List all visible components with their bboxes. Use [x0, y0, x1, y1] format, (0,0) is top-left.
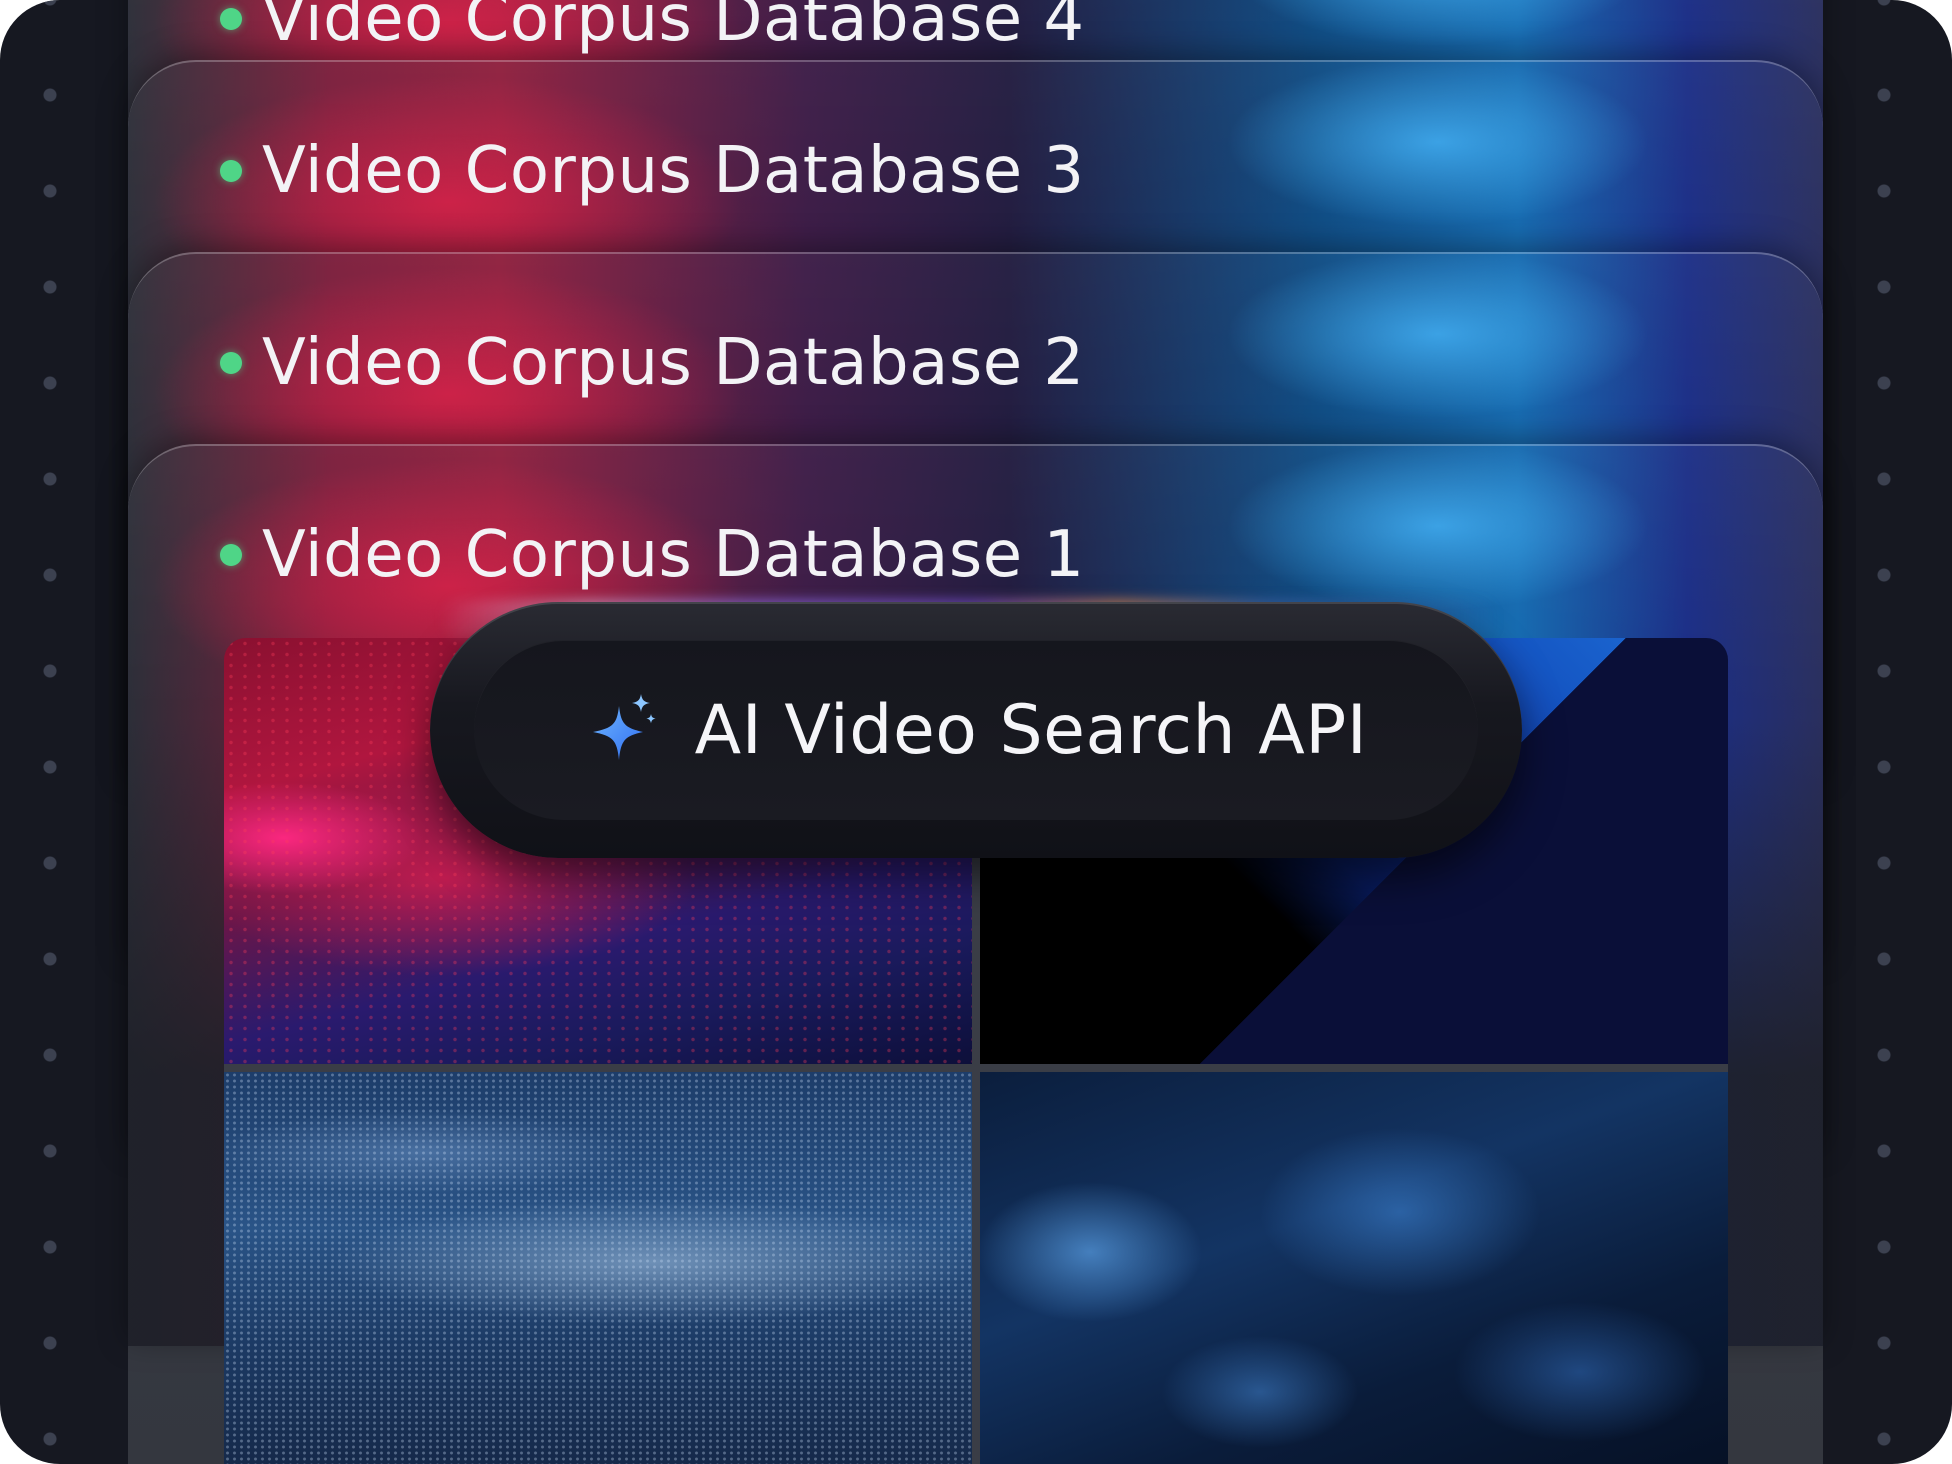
database-title: Video Corpus Database 1 — [262, 518, 1085, 592]
grid-divider-horizontal — [224, 1064, 1728, 1072]
dot-pattern-right — [1822, 0, 1952, 1464]
search-pill-label: AI Video Search API — [694, 690, 1368, 770]
database-title: Video Corpus Database 3 — [262, 134, 1085, 208]
database-title: Video Corpus Database 4 — [262, 0, 1085, 56]
status-dot-icon — [220, 352, 242, 374]
ai-video-search-button[interactable]: AI Video Search API — [430, 602, 1522, 858]
database-card-label: Video Corpus Database 2 — [220, 326, 1085, 400]
database-card-label: Video Corpus Database 3 — [220, 134, 1085, 208]
status-dot-icon — [220, 160, 242, 182]
video-thumbnail-blue-marble[interactable] — [980, 1072, 1728, 1464]
status-dot-icon — [220, 8, 242, 30]
status-dot-icon — [220, 544, 242, 566]
search-pill-inner: AI Video Search API — [474, 640, 1478, 820]
database-card-label: Video Corpus Database 1 — [220, 518, 1085, 592]
video-thumbnail-blue-noise[interactable] — [224, 1072, 972, 1464]
app-frame: Video Corpus Database 4 Video Corpus Dat… — [0, 0, 1952, 1464]
sparkle-icon — [592, 694, 656, 760]
database-card-label: Video Corpus Database 4 — [220, 0, 1085, 56]
database-title: Video Corpus Database 2 — [262, 326, 1085, 400]
dot-pattern-left — [0, 0, 130, 1464]
